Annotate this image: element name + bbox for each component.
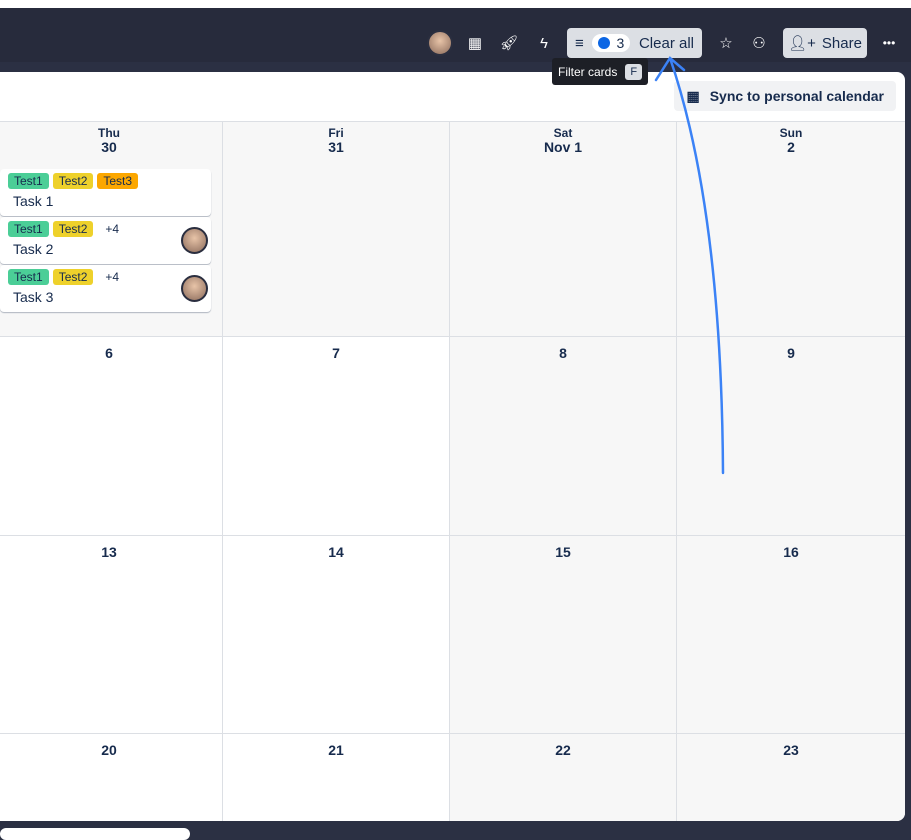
annotation-arrow (0, 0, 911, 834)
